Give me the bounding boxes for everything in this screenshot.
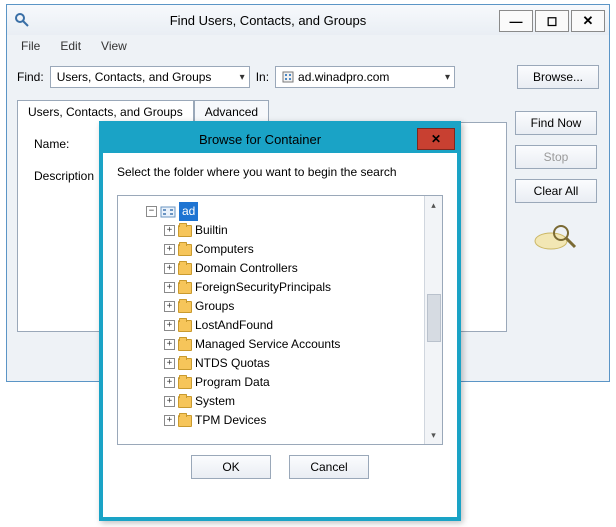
scroll-up-icon[interactable]: ▴: [425, 196, 442, 214]
tree-item[interactable]: + Groups: [164, 297, 438, 316]
dialog-close-button[interactable]: ✕: [417, 128, 455, 150]
expand-icon[interactable]: +: [164, 225, 175, 236]
minimize-button[interactable]: —: [499, 10, 533, 32]
tree-item[interactable]: + Program Data: [164, 373, 438, 392]
tree-item[interactable]: + NTDS Quotas: [164, 354, 438, 373]
expand-icon[interactable]: +: [164, 358, 175, 369]
dialog-title: Browse for Container: [103, 132, 417, 147]
tabstrip: Users, Contacts, and Groups Advanced: [17, 99, 599, 122]
tree-root-label: ad: [179, 202, 198, 221]
tree-item-label: Computers: [195, 240, 254, 259]
in-combo-value: ad.winadpro.com: [298, 70, 389, 84]
app-icon: [13, 11, 31, 29]
dialog-titlebar[interactable]: Browse for Container ✕: [103, 125, 457, 153]
expand-icon[interactable]: +: [164, 377, 175, 388]
folder-icon: [178, 225, 192, 237]
tree-item[interactable]: + LostAndFound: [164, 316, 438, 335]
in-label: In:: [256, 70, 269, 84]
description-label: Description: [34, 169, 104, 183]
tree-item[interactable]: + ForeignSecurityPrincipals: [164, 278, 438, 297]
chevron-down-icon: ▾: [240, 72, 245, 83]
tree-item-label: Groups: [195, 297, 234, 316]
ok-button[interactable]: OK: [191, 455, 271, 479]
domain-icon: [282, 71, 294, 83]
tree-item[interactable]: + Builtin: [164, 221, 438, 240]
maximize-button[interactable]: ◻: [535, 10, 569, 32]
browse-button[interactable]: Browse...: [517, 65, 599, 89]
close-button[interactable]: ✕: [571, 10, 605, 32]
search-graphic-icon: [533, 221, 579, 256]
tree-item-label: TPM Devices: [195, 411, 266, 430]
chevron-down-icon: ▾: [445, 72, 450, 83]
folder-icon: [178, 358, 192, 370]
expand-icon[interactable]: +: [164, 415, 175, 426]
folder-icon: [178, 339, 192, 351]
tree-item-label: Managed Service Accounts: [195, 335, 340, 354]
expand-icon[interactable]: +: [164, 339, 175, 350]
folder-icon: [178, 415, 192, 427]
menu-view[interactable]: View: [91, 37, 137, 55]
tree-item-label: Domain Controllers: [195, 259, 298, 278]
action-column: Find Now Stop Clear All: [515, 111, 597, 256]
find-combo-value: Users, Contacts, and Groups: [57, 70, 212, 84]
find-combo[interactable]: Users, Contacts, and Groups ▾: [50, 66, 250, 88]
tab-advanced[interactable]: Advanced: [194, 100, 269, 123]
folder-icon: [178, 320, 192, 332]
cancel-button[interactable]: Cancel: [289, 455, 369, 479]
expand-icon[interactable]: +: [164, 282, 175, 293]
in-combo[interactable]: ad.winadpro.com ▾: [275, 66, 455, 88]
expand-icon[interactable]: +: [164, 263, 175, 274]
folder-icon: [178, 301, 192, 313]
menubar: File Edit View: [7, 35, 609, 57]
stop-button[interactable]: Stop: [515, 145, 597, 169]
tree-item[interactable]: + Computers: [164, 240, 438, 259]
window-title: Find Users, Contacts, and Groups: [37, 13, 499, 28]
tree-item-label: ForeignSecurityPrincipals: [195, 278, 331, 297]
find-label: Find:: [17, 70, 44, 84]
find-now-button[interactable]: Find Now: [515, 111, 597, 135]
folder-icon: [178, 244, 192, 256]
expand-icon[interactable]: +: [164, 396, 175, 407]
folder-icon: [178, 377, 192, 389]
tree-item[interactable]: + TPM Devices: [164, 411, 438, 430]
scroll-thumb[interactable]: [427, 294, 441, 342]
expand-icon[interactable]: +: [164, 320, 175, 331]
scroll-down-icon[interactable]: ▾: [425, 426, 442, 444]
domain-root-icon: [160, 205, 176, 219]
clear-all-button[interactable]: Clear All: [515, 179, 597, 203]
tree-item[interactable]: + System: [164, 392, 438, 411]
expand-icon[interactable]: +: [164, 301, 175, 312]
tree-scrollbar[interactable]: ▴ ▾: [424, 196, 442, 444]
browse-container-dialog: Browse for Container ✕ Select the folder…: [99, 121, 461, 521]
collapse-icon[interactable]: −: [146, 206, 157, 217]
tree-item[interactable]: + Managed Service Accounts: [164, 335, 438, 354]
container-tree: − ad + Builtin + Computers + Domain Controlle…: [117, 195, 443, 445]
menu-edit[interactable]: Edit: [50, 37, 91, 55]
expand-icon[interactable]: +: [164, 244, 175, 255]
menu-file[interactable]: File: [11, 37, 50, 55]
tree-item[interactable]: + Domain Controllers: [164, 259, 438, 278]
tree-item-label: System: [195, 392, 235, 411]
folder-icon: [178, 263, 192, 275]
tree-item-label: LostAndFound: [195, 316, 273, 335]
folder-icon: [178, 396, 192, 408]
tree-item-label: Program Data: [195, 373, 270, 392]
tree-root[interactable]: − ad: [146, 202, 438, 221]
tree-item-label: NTDS Quotas: [195, 354, 270, 373]
dialog-instruction: Select the folder where you want to begi…: [117, 165, 443, 179]
tree-item-label: Builtin: [195, 221, 228, 240]
name-label: Name:: [34, 137, 104, 151]
titlebar[interactable]: Find Users, Contacts, and Groups — ◻ ✕: [7, 5, 609, 35]
tab-users-contacts-groups[interactable]: Users, Contacts, and Groups: [17, 100, 194, 123]
folder-icon: [178, 282, 192, 294]
